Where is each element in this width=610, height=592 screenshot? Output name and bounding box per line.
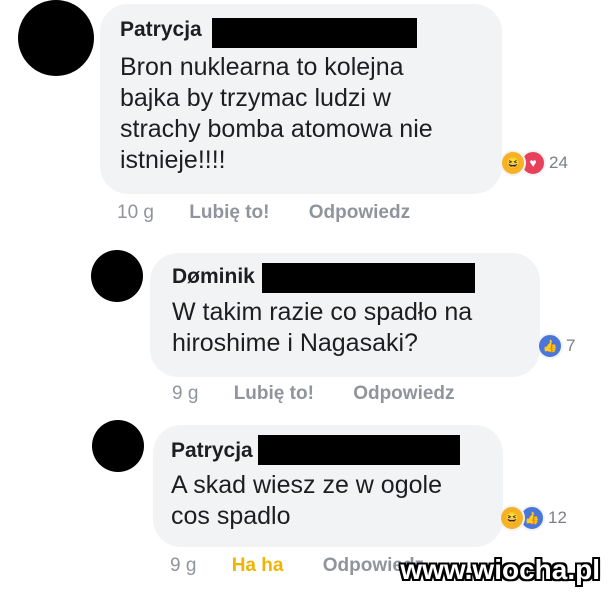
comment-actions: 9 g Ha ha Odpowiedz: [170, 555, 424, 577]
avatar[interactable]: [18, 0, 94, 76]
reaction-summary[interactable]: 😆 ♥ 24: [500, 150, 568, 176]
reaction-count: 24: [549, 153, 568, 172]
reaction-summary[interactable]: 👍 7: [537, 333, 575, 359]
avatar[interactable]: [91, 250, 143, 302]
haha-button[interactable]: Ha ha: [232, 555, 284, 577]
reaction-count: 12: [548, 508, 567, 527]
like-reaction-icon: 👍: [537, 333, 563, 359]
like-button[interactable]: Lubię to!: [234, 383, 314, 405]
redaction-bar: [262, 263, 475, 293]
avatar[interactable]: [92, 420, 144, 472]
haha-reaction-icon: 😆: [499, 505, 525, 531]
comment-text: A skad wiesz ze w ogole cos spadlo: [171, 471, 442, 530]
comment-time[interactable]: 9 g: [172, 383, 198, 405]
reaction-count: 7: [566, 336, 576, 355]
like-button[interactable]: Lubię to!: [189, 202, 269, 224]
comment-author[interactable]: Patrycja: [120, 18, 202, 42]
redaction-bar: [258, 435, 460, 465]
reply-button[interactable]: Odpowiedz: [309, 202, 410, 224]
watermark: www.wiocha.pl: [400, 554, 600, 585]
comment-author[interactable]: Patrycja: [171, 439, 253, 463]
reaction-summary[interactable]: 😆 👍 12: [499, 505, 567, 531]
comment-actions: 9 g Lubię to! Odpowiedz: [172, 383, 455, 405]
comment-time[interactable]: 9 g: [170, 555, 196, 577]
reply-button[interactable]: Odpowiedz: [353, 383, 454, 405]
comment-time[interactable]: 10 g: [117, 202, 154, 224]
comment-bubble: Patrycja A skad wiesz ze w ogole cos spa…: [153, 425, 503, 547]
comment-bubble: Patrycja Bron nuklearna to kolejna bajka…: [100, 4, 502, 194]
comment-text: Bron nuklearna to kolejna bajka by trzym…: [120, 53, 433, 174]
redaction-bar: [212, 18, 417, 48]
haha-reaction-icon: 😆: [500, 150, 526, 176]
comment-bubble: Døminik W takim razie co spadło na hiros…: [150, 253, 540, 377]
comment-author[interactable]: Døminik: [172, 265, 255, 289]
comment-actions: 10 g Lubię to! Odpowiedz: [117, 202, 410, 224]
comment-text: W takim razie co spadło na hiroshime i N…: [172, 298, 473, 357]
